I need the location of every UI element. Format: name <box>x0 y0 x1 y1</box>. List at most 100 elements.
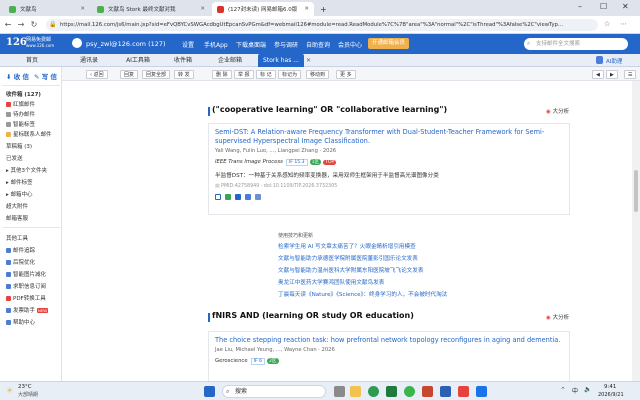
move-to-dropdown[interactable]: 移动到 <box>306 70 330 79</box>
nav-survey[interactable]: 参与调研 <box>274 40 298 49</box>
link-icon[interactable] <box>254 194 261 200</box>
translate-link[interactable]: ◉ 大分析 <box>546 313 569 321</box>
delete-button[interactable]: 删 除 <box>212 70 232 79</box>
tab-ai-tools[interactable]: AI工具箱 <box>114 54 162 67</box>
promo-link[interactable]: 文献与智能助力温州医科大学附属东阳医院坡飞飞论文发表 <box>278 266 423 274</box>
more-dropdown[interactable]: 更 多 <box>336 70 356 79</box>
menu-icon[interactable]: ⋯ <box>620 20 627 28</box>
clock-date[interactable]: 2026/9/21 <box>598 392 624 398</box>
receive-button[interactable]: ⬇ 收 信 <box>6 71 29 83</box>
ai-helper-label[interactable]: AI助理 <box>606 57 622 65</box>
mark-as-dropdown[interactable]: 标记为 <box>278 70 302 79</box>
tray-chevron-icon[interactable]: ⌃ <box>560 386 566 394</box>
new-tab-button[interactable]: + <box>318 2 330 16</box>
account-name[interactable]: psy_zwl@126.com (127) <box>86 40 166 48</box>
close-tab-icon[interactable]: ✕ <box>300 6 309 12</box>
tab-current-message[interactable]: Stork has ... <box>258 54 304 67</box>
sidebar-item-inbox[interactable]: 收件箱 (127) <box>6 90 41 98</box>
windows-start-icon[interactable] <box>204 386 215 397</box>
translate-link[interactable]: ◉ 大分析 <box>546 107 569 115</box>
tab-enterprise-mail[interactable]: 企业邮箱 <box>204 54 256 67</box>
app-icon[interactable] <box>458 386 469 397</box>
close-tab-icon[interactable]: ✕ <box>196 6 205 12</box>
sidebar-item-other-folders[interactable]: ▸ 其他3个文件夹 <box>6 166 47 174</box>
back-icon[interactable]: ← <box>3 20 13 29</box>
sidebar-item-help-center[interactable]: 帮助中心 <box>6 318 35 326</box>
mark-button[interactable]: 标 记 <box>256 70 276 79</box>
promo-link[interactable]: 奥龙江中医药大学赛鸿团队使用文献鸟发表 <box>278 278 384 286</box>
reload-icon[interactable]: ↻ <box>29 20 39 29</box>
chrome-icon[interactable] <box>368 386 379 397</box>
promo-link[interactable]: 丁晨每天读《Nature》《Science》：终身学习的人，不会被时代淘汰 <box>278 290 447 298</box>
nav-mobile-app[interactable]: 手机App <box>204 40 228 49</box>
ime-language[interactable]: 中 <box>572 386 578 395</box>
reply-button[interactable]: 回复 <box>120 70 139 79</box>
wechat-icon[interactable] <box>404 386 415 397</box>
back-button[interactable]: ‹ 返回 <box>86 70 108 79</box>
layout-menu-button[interactable]: ☰ <box>624 70 637 79</box>
word-icon[interactable] <box>440 386 451 397</box>
sidebar-item-starred-contacts[interactable]: 星标联系人邮件 <box>6 130 52 138</box>
scrollbar[interactable] <box>632 81 640 381</box>
nav-self-service[interactable]: 自助查询 <box>306 40 330 49</box>
minimize-icon[interactable]: – <box>578 2 582 11</box>
scrollbar-thumb[interactable] <box>634 170 638 212</box>
avatar[interactable] <box>72 38 82 48</box>
tab-contacts[interactable]: 通讯录 <box>64 54 114 67</box>
clock-time[interactable]: 9:41 <box>604 384 616 390</box>
sidebar-item-todo[interactable]: 待办邮件 <box>6 110 35 118</box>
compose-button[interactable]: ✎ 写 信 <box>34 71 57 83</box>
taskbar-search[interactable]: ⌕ 搜索 <box>222 385 326 398</box>
close-tab-icon[interactable]: ✕ <box>306 57 311 64</box>
bookmark-icon[interactable]: ☆ <box>604 20 610 28</box>
sidebar-item-job-subscription[interactable]: 求职信息订阅 <box>6 282 46 290</box>
close-tab-icon[interactable]: ✕ <box>76 6 85 12</box>
url-input[interactable]: https://mail.126.com/js6/main.jsp?sid=eF… <box>46 19 598 31</box>
task-view-icon[interactable] <box>334 386 345 397</box>
sidebar-item-invoice-helper[interactable]: 发票助手 NEW <box>6 306 49 314</box>
vip-button[interactable]: 开通邮箱会员 <box>368 38 410 49</box>
reply-all-button[interactable]: 回复全部 <box>142 70 171 79</box>
forward-icon[interactable]: → <box>16 20 26 29</box>
tab-home[interactable]: 首页 <box>0 54 64 67</box>
sidebar-item-mail-tags[interactable]: ▸ 邮件标签 <box>6 178 33 186</box>
sidebar-item-large-attachments[interactable]: 超大附件 <box>6 202 28 210</box>
prev-message-button[interactable]: ◀ <box>592 70 604 79</box>
mail-search-input[interactable]: ⌕ 支持邮件全文搜索 <box>524 38 628 50</box>
sidebar-item-flagged[interactable]: 红旗邮件 <box>6 100 35 108</box>
excel-icon[interactable] <box>386 386 397 397</box>
ai-helper-icon[interactable] <box>596 56 603 64</box>
volume-icon[interactable]: 🔈 <box>584 386 591 393</box>
mail-icon[interactable] <box>215 194 221 200</box>
weather-icon[interactable]: ☀ <box>6 386 13 395</box>
share-icon[interactable] <box>244 194 251 200</box>
close-window-icon[interactable]: ✕ <box>622 2 629 11</box>
forward-button[interactable]: 转 发 <box>174 70 194 79</box>
file-explorer-icon[interactable] <box>350 386 361 397</box>
logo[interactable]: 126 <box>6 37 27 48</box>
sidebar-item-pdf-tool[interactable]: PDF转换工具 <box>6 294 46 302</box>
promo-link[interactable]: 文献与智能助力承德医学院附属医院董影引国乐论文发表 <box>278 254 418 262</box>
browser-tab[interactable]: 文献鸟 ✕ <box>4 2 90 16</box>
nav-settings[interactable]: 设置 <box>182 40 194 49</box>
sidebar-item-image-tool[interactable]: 智能图片减化 <box>6 270 46 278</box>
browser-tab-active[interactable]: (127封未读) 网易邮箱6.0版 ✕ <box>212 2 314 16</box>
sidebar-item-sent[interactable]: 已发送 <box>6 154 23 162</box>
star-icon[interactable] <box>234 194 241 200</box>
sidebar-item-mail-tracking[interactable]: 邮件追踪 <box>6 246 35 254</box>
nav-member-center[interactable]: 会员中心 <box>338 40 362 49</box>
browser-tab[interactable]: 文献鸟 Stork 最终文献对我 ✕ <box>92 2 210 16</box>
promo-link[interactable]: 检索学生用 AI 写文章太痛苦了？火眼金睛析增引用模查 <box>278 242 416 250</box>
next-message-button[interactable]: ▶ <box>606 70 618 79</box>
lock-icon[interactable]: 🔒 <box>49 21 56 28</box>
sidebar-item-smart-tags[interactable]: 智能标签 <box>6 120 35 128</box>
paper-title[interactable]: The choice stepping reaction task: how p… <box>215 336 563 345</box>
sidebar-item-drafts[interactable]: 草稿箱 (3) <box>6 142 32 150</box>
tab-inbox[interactable]: 收件箱 <box>162 54 204 67</box>
sidebar-item-mail-center[interactable]: ▸ 邮箱中心 <box>6 190 33 198</box>
sidebar-item-customer-service[interactable]: 邮箱客服 <box>6 214 28 222</box>
maximize-icon[interactable]: ☐ <box>600 2 607 11</box>
nav-download-desktop[interactable]: 下载桌面端 <box>236 40 266 49</box>
powerpoint-icon[interactable] <box>422 386 433 397</box>
report-button[interactable]: 举 报 <box>234 70 254 79</box>
